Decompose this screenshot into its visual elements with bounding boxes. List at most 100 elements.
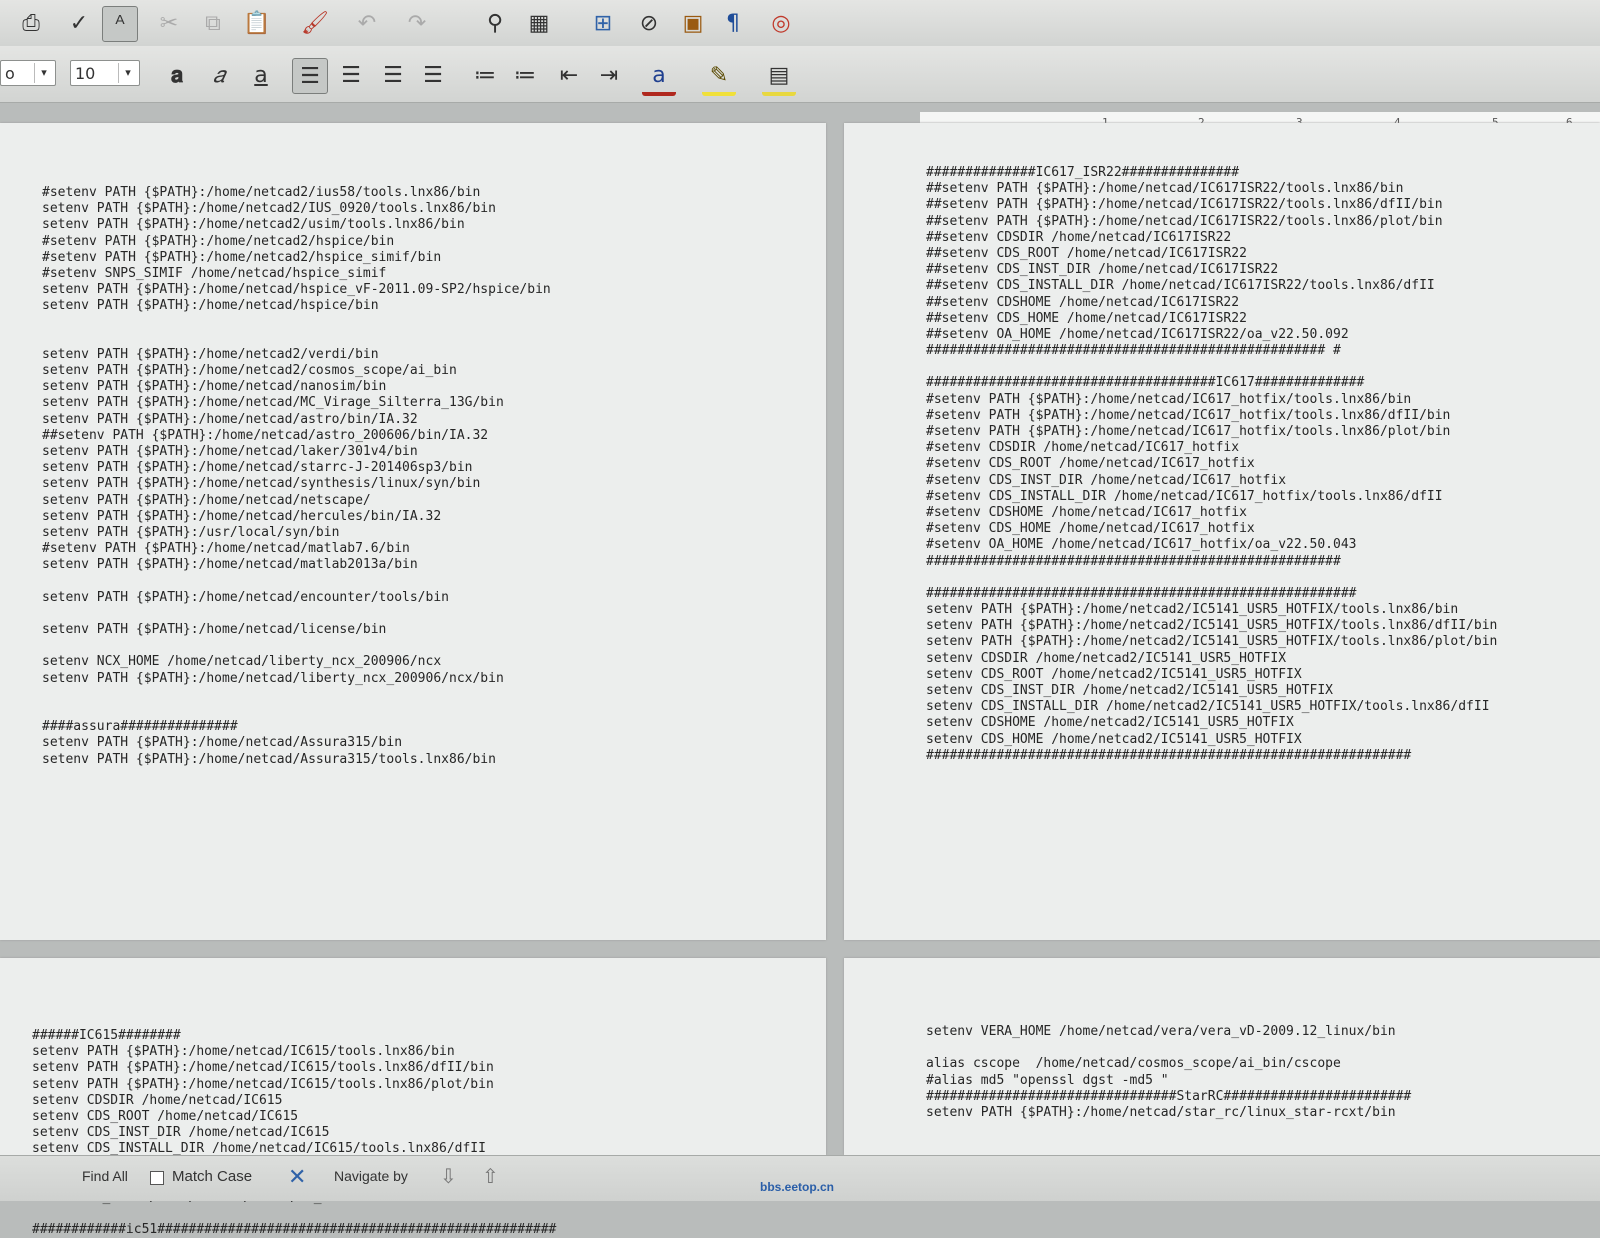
text-line[interactable]: #####################################IC6… [926, 375, 1497, 391]
text-line[interactable]: setenv PATH {$PATH}:/home/netcad/starrc-… [42, 460, 551, 476]
text-line[interactable]: #setenv PATH {$PATH}:/home/netcad2/ius58… [42, 185, 551, 201]
text-line[interactable] [926, 1121, 1411, 1137]
font-size-combo[interactable]: 10 ▾ [70, 60, 140, 86]
text-line[interactable]: setenv CDSHOME /home/netcad2/IC5141_USR5… [926, 715, 1497, 731]
text-line[interactable]: #setenv PATH {$PATH}:/home/netcad/IC617_… [926, 424, 1497, 440]
text-line[interactable]: setenv NCX_HOME /home/netcad/liberty_ncx… [42, 654, 551, 670]
hyperlink-icon[interactable]: ⚲ [478, 6, 512, 40]
text-line[interactable]: setenv PATH {$PATH}:/home/netcad/MC_Vira… [42, 395, 551, 411]
text-line[interactable]: setenv PATH {$PATH}:/home/netcad/hspice_… [42, 282, 551, 298]
cut-icon[interactable]: ✂ [152, 6, 186, 40]
text-line[interactable]: setenv CDS_HOME /home/netcad2/IC5141_USR… [926, 732, 1497, 748]
find-replace-icon[interactable]: ✕ [288, 1164, 306, 1190]
text-line[interactable]: setenv PATH {$PATH}:/home/netcad/star_rc… [926, 1105, 1411, 1121]
text-line[interactable]: ##setenv CDS_HOME /home/netcad/IC617ISR2… [926, 311, 1497, 327]
text-line[interactable]: setenv PATH {$PATH}:/home/netcad/IC615/t… [32, 1077, 556, 1093]
text-line[interactable] [42, 606, 551, 622]
text-line[interactable]: setenv PATH {$PATH}:/home/netcad/liberty… [42, 671, 551, 687]
decrease-indent-icon[interactable]: ⇤ [552, 58, 586, 92]
text-line[interactable] [42, 574, 551, 590]
text-line[interactable]: setenv PATH {$PATH}:/home/netcad/IC615/t… [32, 1060, 556, 1076]
text-line[interactable]: ##setenv CDS_ROOT /home/netcad/IC617ISR2… [926, 246, 1497, 262]
italic-icon[interactable]: 𝑎 [202, 58, 236, 92]
text-line[interactable]: ############ic51########################… [32, 1222, 556, 1238]
navigate-up-icon[interactable]: ⇧ [482, 1164, 499, 1189]
text-line[interactable] [926, 359, 1497, 375]
text-line[interactable]: alias cscope /home/netcad/cosmos_scope/a… [926, 1056, 1411, 1072]
align-left-icon[interactable]: ☰ [292, 58, 328, 94]
page-top-right[interactable]: ##############IC617_ISR22###############… [844, 123, 1600, 940]
text-line[interactable]: ########################################… [926, 554, 1497, 570]
bullets-icon[interactable]: ≔ [508, 58, 542, 92]
text-line[interactable]: #setenv CDSHOME /home/netcad/IC617_hotfi… [926, 505, 1497, 521]
redo-icon[interactable]: ↷ [400, 6, 434, 40]
text-line[interactable]: ######IC615######## [32, 1028, 556, 1044]
print-preview-icon[interactable]: ⎙ [14, 6, 48, 40]
text-line[interactable]: setenv PATH {$PATH}:/home/netcad2/IC5141… [926, 634, 1497, 650]
text-line[interactable]: ################################StarRC##… [926, 1089, 1411, 1105]
paste-icon[interactable]: 📋 [240, 6, 274, 40]
page-top-left[interactable]: #setenv PATH {$PATH}:/home/netcad2/ius58… [0, 123, 826, 940]
text-line[interactable]: ##setenv PATH {$PATH}:/home/netcad/astro… [42, 428, 551, 444]
text-line[interactable]: #setenv CDS_HOME /home/netcad/IC617_hotf… [926, 521, 1497, 537]
text-line[interactable]: #setenv PATH {$PATH}:/home/netcad/matlab… [42, 541, 551, 557]
text-line[interactable]: ##setenv PATH {$PATH}:/home/netcad/IC617… [926, 181, 1497, 197]
text-line[interactable]: setenv PATH {$PATH}:/home/netcad2/usim/t… [42, 217, 551, 233]
text-line[interactable] [926, 1040, 1411, 1056]
undo-icon[interactable]: ↶ [350, 6, 384, 40]
text-line[interactable] [42, 703, 551, 719]
chevron-down-icon[interactable]: ▾ [118, 63, 137, 83]
text-line[interactable]: setenv PATH {$PATH}:/home/netcad/hspice/… [42, 298, 551, 314]
text-line[interactable] [926, 1137, 1411, 1153]
align-right-icon[interactable]: ☰ [376, 58, 410, 92]
copy-icon[interactable]: ⧉ [196, 6, 230, 40]
increase-indent-icon[interactable]: ⇥ [592, 58, 626, 92]
text-line[interactable]: ########################################… [926, 343, 1497, 359]
text-line[interactable]: #alias md5 "openssl dgst -md5 " [926, 1073, 1411, 1089]
text-line[interactable]: setenv CDS_INST_DIR /home/netcad2/IC5141… [926, 683, 1497, 699]
text-line[interactable]: ####assura############### [42, 719, 551, 735]
text-line[interactable]: setenv PATH {$PATH}:/home/netcad/synthes… [42, 476, 551, 492]
text-line[interactable]: setenv PATH {$PATH}:/home/netcad2/verdi/… [42, 347, 551, 363]
text-line[interactable]: setenv PATH {$PATH}:/home/netcad/nanosim… [42, 379, 551, 395]
text-line[interactable]: ##setenv CDS_INSTALL_DIR /home/netcad/IC… [926, 278, 1497, 294]
text-line[interactable]: setenv PATH {$PATH}:/home/netcad/Assura3… [42, 752, 551, 768]
text-line[interactable]: setenv PATH {$PATH}:/home/netcad2/IC5141… [926, 618, 1497, 634]
text-line[interactable]: setenv PATH {$PATH}:/home/netcad2/cosmos… [42, 363, 551, 379]
highlighting-icon[interactable]: ✎ [702, 58, 736, 96]
table-icon[interactable]: ▦ [522, 6, 556, 40]
text-line[interactable]: setenv PATH {$PATH}:/home/netcad2/IUS_09… [42, 201, 551, 217]
text-line[interactable]: setenv CDS_INST_DIR /home/netcad/IC615 [32, 1125, 556, 1141]
font-color-icon[interactable]: a [642, 58, 676, 96]
text-line[interactable]: #setenv PATH {$PATH}:/home/netcad2/hspic… [42, 250, 551, 266]
text-line[interactable]: #setenv SNPS_SIMIF /home/netcad/hspice_s… [42, 266, 551, 282]
match-case-label[interactable]: Match Case [172, 1168, 252, 1185]
show-draw-functions-icon[interactable]: ⊞ [586, 6, 620, 40]
formatting-marks-icon[interactable]: ¶ [716, 6, 750, 40]
text-line[interactable]: ##setenv OA_HOME /home/netcad/IC617ISR22… [926, 327, 1497, 343]
text-line[interactable]: setenv CDSDIR /home/netcad2/IC5141_USR5_… [926, 651, 1497, 667]
text-line[interactable]: setenv PATH {$PATH}:/home/netcad/IC615/t… [32, 1044, 556, 1060]
text-line[interactable]: setenv CDSDIR /home/netcad/IC615 [32, 1093, 556, 1109]
text-line[interactable]: ##setenv CDSDIR /home/netcad/IC617ISR22 [926, 230, 1497, 246]
font-name-combo[interactable]: o ▾ [0, 60, 56, 86]
find-all-button[interactable]: Find All [82, 1168, 128, 1184]
text-line[interactable]: #setenv OA_HOME /home/netcad/IC617_hotfi… [926, 537, 1497, 553]
text-line[interactable] [42, 687, 551, 703]
text-line[interactable]: setenv PATH {$PATH}:/home/netcad/netscap… [42, 493, 551, 509]
text-line[interactable]: ##setenv CDSHOME /home/netcad/IC617ISR22 [926, 295, 1497, 311]
text-line[interactable] [42, 315, 551, 331]
page-text[interactable]: ######IC615######## setenv PATH {$PATH}:/… [32, 1028, 556, 1238]
bold-icon[interactable]: 𝐚 [160, 58, 194, 92]
text-line[interactable]: setenv PATH {$PATH}:/home/netcad/license… [42, 622, 551, 638]
text-line[interactable]: #setenv CDSDIR /home/netcad/IC617_hotfix [926, 440, 1497, 456]
text-line[interactable] [32, 1206, 556, 1222]
text-line[interactable]: setenv PATH {$PATH}:/home/netcad/Assura3… [42, 735, 551, 751]
help-icon[interactable]: ◎ [764, 6, 798, 40]
text-line[interactable]: #setenv CDS_INSTALL_DIR /home/netcad/IC6… [926, 489, 1497, 505]
text-line[interactable]: setenv PATH {$PATH}:/home/netcad/encount… [42, 590, 551, 606]
text-line[interactable]: setenv CDS_ROOT /home/netcad2/IC5141_USR… [926, 667, 1497, 683]
text-line[interactable] [42, 331, 551, 347]
clone-formatting-icon[interactable]: 🖌 [298, 6, 332, 40]
text-line[interactable]: setenv PATH {$PATH}:/home/netcad/astro/b… [42, 412, 551, 428]
